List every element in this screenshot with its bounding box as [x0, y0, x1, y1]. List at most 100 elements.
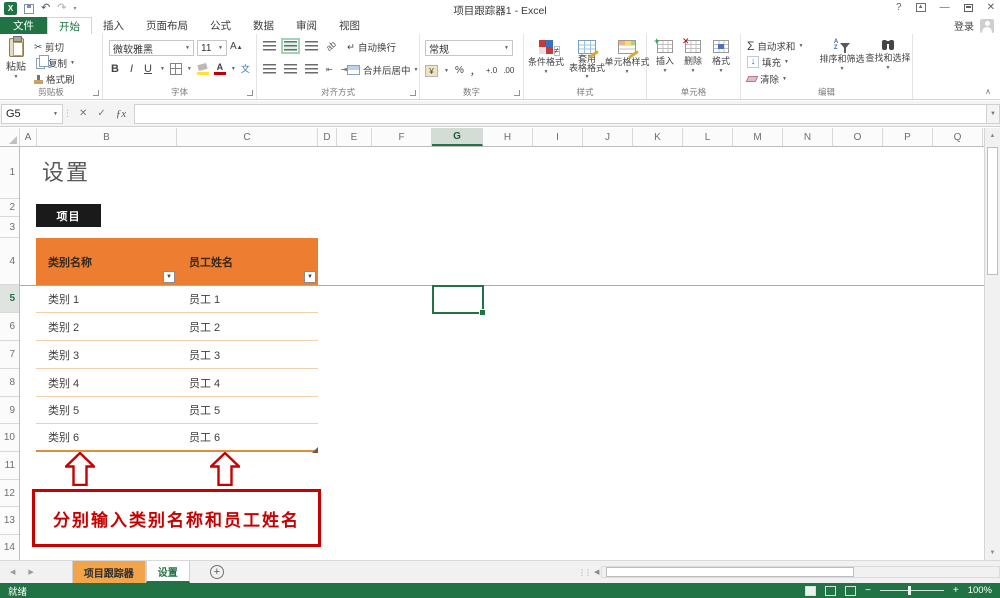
- borders-icon[interactable]: [170, 63, 182, 75]
- italic-button[interactable]: I: [127, 63, 136, 75]
- tab-data[interactable]: 数据: [242, 17, 285, 34]
- dialog-launcher-icon[interactable]: [247, 90, 253, 96]
- fill-button[interactable]: ↓ 填充 ▼: [747, 55, 789, 69]
- find-select-button[interactable]: 查找和选择 ▼: [865, 40, 911, 71]
- scroll-left-icon[interactable]: ◀: [594, 568, 599, 576]
- avatar[interactable]: [980, 19, 994, 33]
- chevron-down-icon[interactable]: ▼: [444, 68, 449, 74]
- ribbon-options-icon[interactable]: ▲: [916, 3, 926, 12]
- column-header[interactable]: M: [733, 128, 783, 146]
- insert-cells-button[interactable]: + 插入 ▼: [652, 40, 678, 74]
- dialog-launcher-icon[interactable]: [93, 90, 99, 96]
- confirm-entry-icon[interactable]: ✓: [97, 108, 105, 119]
- row-header[interactable]: 10: [0, 424, 19, 452]
- column-header[interactable]: B: [37, 128, 177, 146]
- dialog-launcher-icon[interactable]: [514, 90, 520, 96]
- sheet-canvas[interactable]: 设置 项目 类别名称 ▼ 员工姓名 ▼ 类别 1 员工 1 类别 2 员工 2 …: [20, 147, 984, 560]
- paste-button[interactable]: 粘贴 ▼: [6, 38, 26, 80]
- format-cells-button[interactable]: 格式 ▼: [708, 40, 734, 74]
- chevron-down-icon[interactable]: ▼: [160, 66, 165, 72]
- new-sheet-icon[interactable]: +: [210, 565, 224, 579]
- conditional-formatting-button[interactable]: 条件格式 ▼: [528, 40, 564, 75]
- column-header[interactable]: Q: [933, 128, 983, 146]
- wrap-text-button[interactable]: ↵自动换行: [347, 40, 396, 54]
- zoom-level[interactable]: 100%: [968, 585, 992, 596]
- clear-button[interactable]: 清除 ▼: [747, 72, 787, 86]
- font-color-icon[interactable]: A: [214, 63, 226, 75]
- align-left-icon[interactable]: [263, 64, 276, 74]
- expand-formula-bar-icon[interactable]: ▼: [986, 104, 1000, 124]
- cell-styles-button[interactable]: 单元格样式 ▼: [608, 40, 646, 75]
- filter-dropdown-icon[interactable]: ▼: [304, 271, 316, 283]
- grow-font-button[interactable]: A▲: [230, 41, 243, 52]
- orientation-icon[interactable]: ab: [324, 39, 338, 53]
- vertical-scrollbar[interactable]: ▲ ▼: [984, 128, 1000, 560]
- horizontal-scrollbar-thumb[interactable]: [606, 567, 854, 577]
- merge-center-button[interactable]: 合并后居中 ▼: [347, 63, 418, 77]
- table-cell[interactable]: 类别 4: [36, 369, 177, 396]
- increase-decimal-icon[interactable]: +.0: [486, 66, 497, 75]
- horizontal-scrollbar-track[interactable]: [601, 566, 1000, 578]
- filter-dropdown-icon[interactable]: ▼: [163, 271, 175, 283]
- tab-view[interactable]: 视图: [328, 17, 371, 34]
- scroll-down-icon[interactable]: ▼: [985, 545, 1000, 560]
- collapse-ribbon-icon[interactable]: ∧: [985, 87, 991, 96]
- zoom-in-icon[interactable]: +: [953, 585, 959, 596]
- column-header-selected[interactable]: G: [432, 128, 483, 146]
- number-format-combo[interactable]: 常规▼: [425, 40, 513, 56]
- table-cell[interactable]: 员工 5: [177, 397, 318, 423]
- align-bottom-icon[interactable]: [305, 41, 318, 51]
- table-cell[interactable]: 员工 4: [177, 369, 318, 396]
- decrease-decimal-icon[interactable]: .00: [503, 66, 514, 75]
- tab-insert[interactable]: 插入: [92, 17, 135, 34]
- percent-style-icon[interactable]: %: [455, 65, 464, 76]
- sheet-nav-right-icon[interactable]: ▶: [28, 568, 33, 576]
- row-header[interactable]: 12: [0, 480, 19, 507]
- table-cell[interactable]: 类别 3: [36, 341, 177, 368]
- table-cell[interactable]: 员工 3: [177, 341, 318, 368]
- row-header[interactable]: 14: [0, 535, 19, 560]
- normal-view-icon[interactable]: [805, 586, 816, 596]
- table-cell[interactable]: 类别 5: [36, 397, 177, 423]
- sheet-tab-settings[interactable]: 设置: [146, 561, 190, 583]
- column-header[interactable]: N: [783, 128, 833, 146]
- tab-page-layout[interactable]: 页面布局: [135, 17, 199, 34]
- tab-file[interactable]: 文件: [0, 17, 47, 34]
- scroll-up-icon[interactable]: ▲: [985, 128, 1000, 143]
- column-header[interactable]: C: [177, 128, 318, 146]
- zoom-slider[interactable]: [880, 590, 944, 591]
- project-button[interactable]: 项目: [36, 204, 101, 227]
- table-cell[interactable]: 类别 6: [36, 424, 177, 450]
- column-header[interactable]: P: [883, 128, 933, 146]
- fill-color-icon[interactable]: [197, 63, 209, 75]
- column-header[interactable]: A: [20, 128, 37, 146]
- sign-in-link[interactable]: 登录: [954, 18, 974, 33]
- format-as-table-button[interactable]: 套用表格格式 ▼: [568, 40, 606, 80]
- decrease-indent-icon[interactable]: ⇤: [326, 65, 333, 74]
- sort-filter-button[interactable]: AZ 排序和筛选 ▼: [819, 40, 865, 72]
- table-cell[interactable]: 员工 1: [177, 285, 318, 312]
- formula-input[interactable]: [134, 104, 986, 124]
- row-header[interactable]: 7: [0, 341, 19, 369]
- font-family-combo[interactable]: 微软雅黑▼: [109, 40, 194, 56]
- comma-style-icon[interactable]: ，: [470, 63, 480, 78]
- bold-button[interactable]: B: [108, 63, 122, 75]
- vertical-scrollbar-thumb[interactable]: [987, 147, 998, 275]
- column-header[interactable]: H: [483, 128, 533, 146]
- page-break-view-icon[interactable]: [845, 586, 856, 596]
- help-icon[interactable]: ?: [896, 2, 902, 13]
- table-cell[interactable]: 员工 2: [177, 313, 318, 340]
- autosum-button[interactable]: Σ 自动求和 ▼: [747, 39, 803, 53]
- row-header[interactable]: 3: [0, 217, 19, 238]
- tab-home[interactable]: 开始: [47, 17, 92, 34]
- select-all-corner[interactable]: [0, 128, 20, 146]
- tab-formulas[interactable]: 公式: [199, 17, 242, 34]
- column-header[interactable]: F: [372, 128, 432, 146]
- accounting-format-icon[interactable]: ¥: [425, 65, 438, 77]
- close-icon[interactable]: ✕: [987, 2, 995, 13]
- format-painter-button[interactable]: 格式刷: [34, 72, 75, 86]
- column-header[interactable]: D: [318, 128, 337, 146]
- font-size-combo[interactable]: 11▼: [197, 40, 227, 56]
- align-top-icon[interactable]: [263, 41, 276, 51]
- chevron-down-icon[interactable]: ▼: [187, 66, 192, 72]
